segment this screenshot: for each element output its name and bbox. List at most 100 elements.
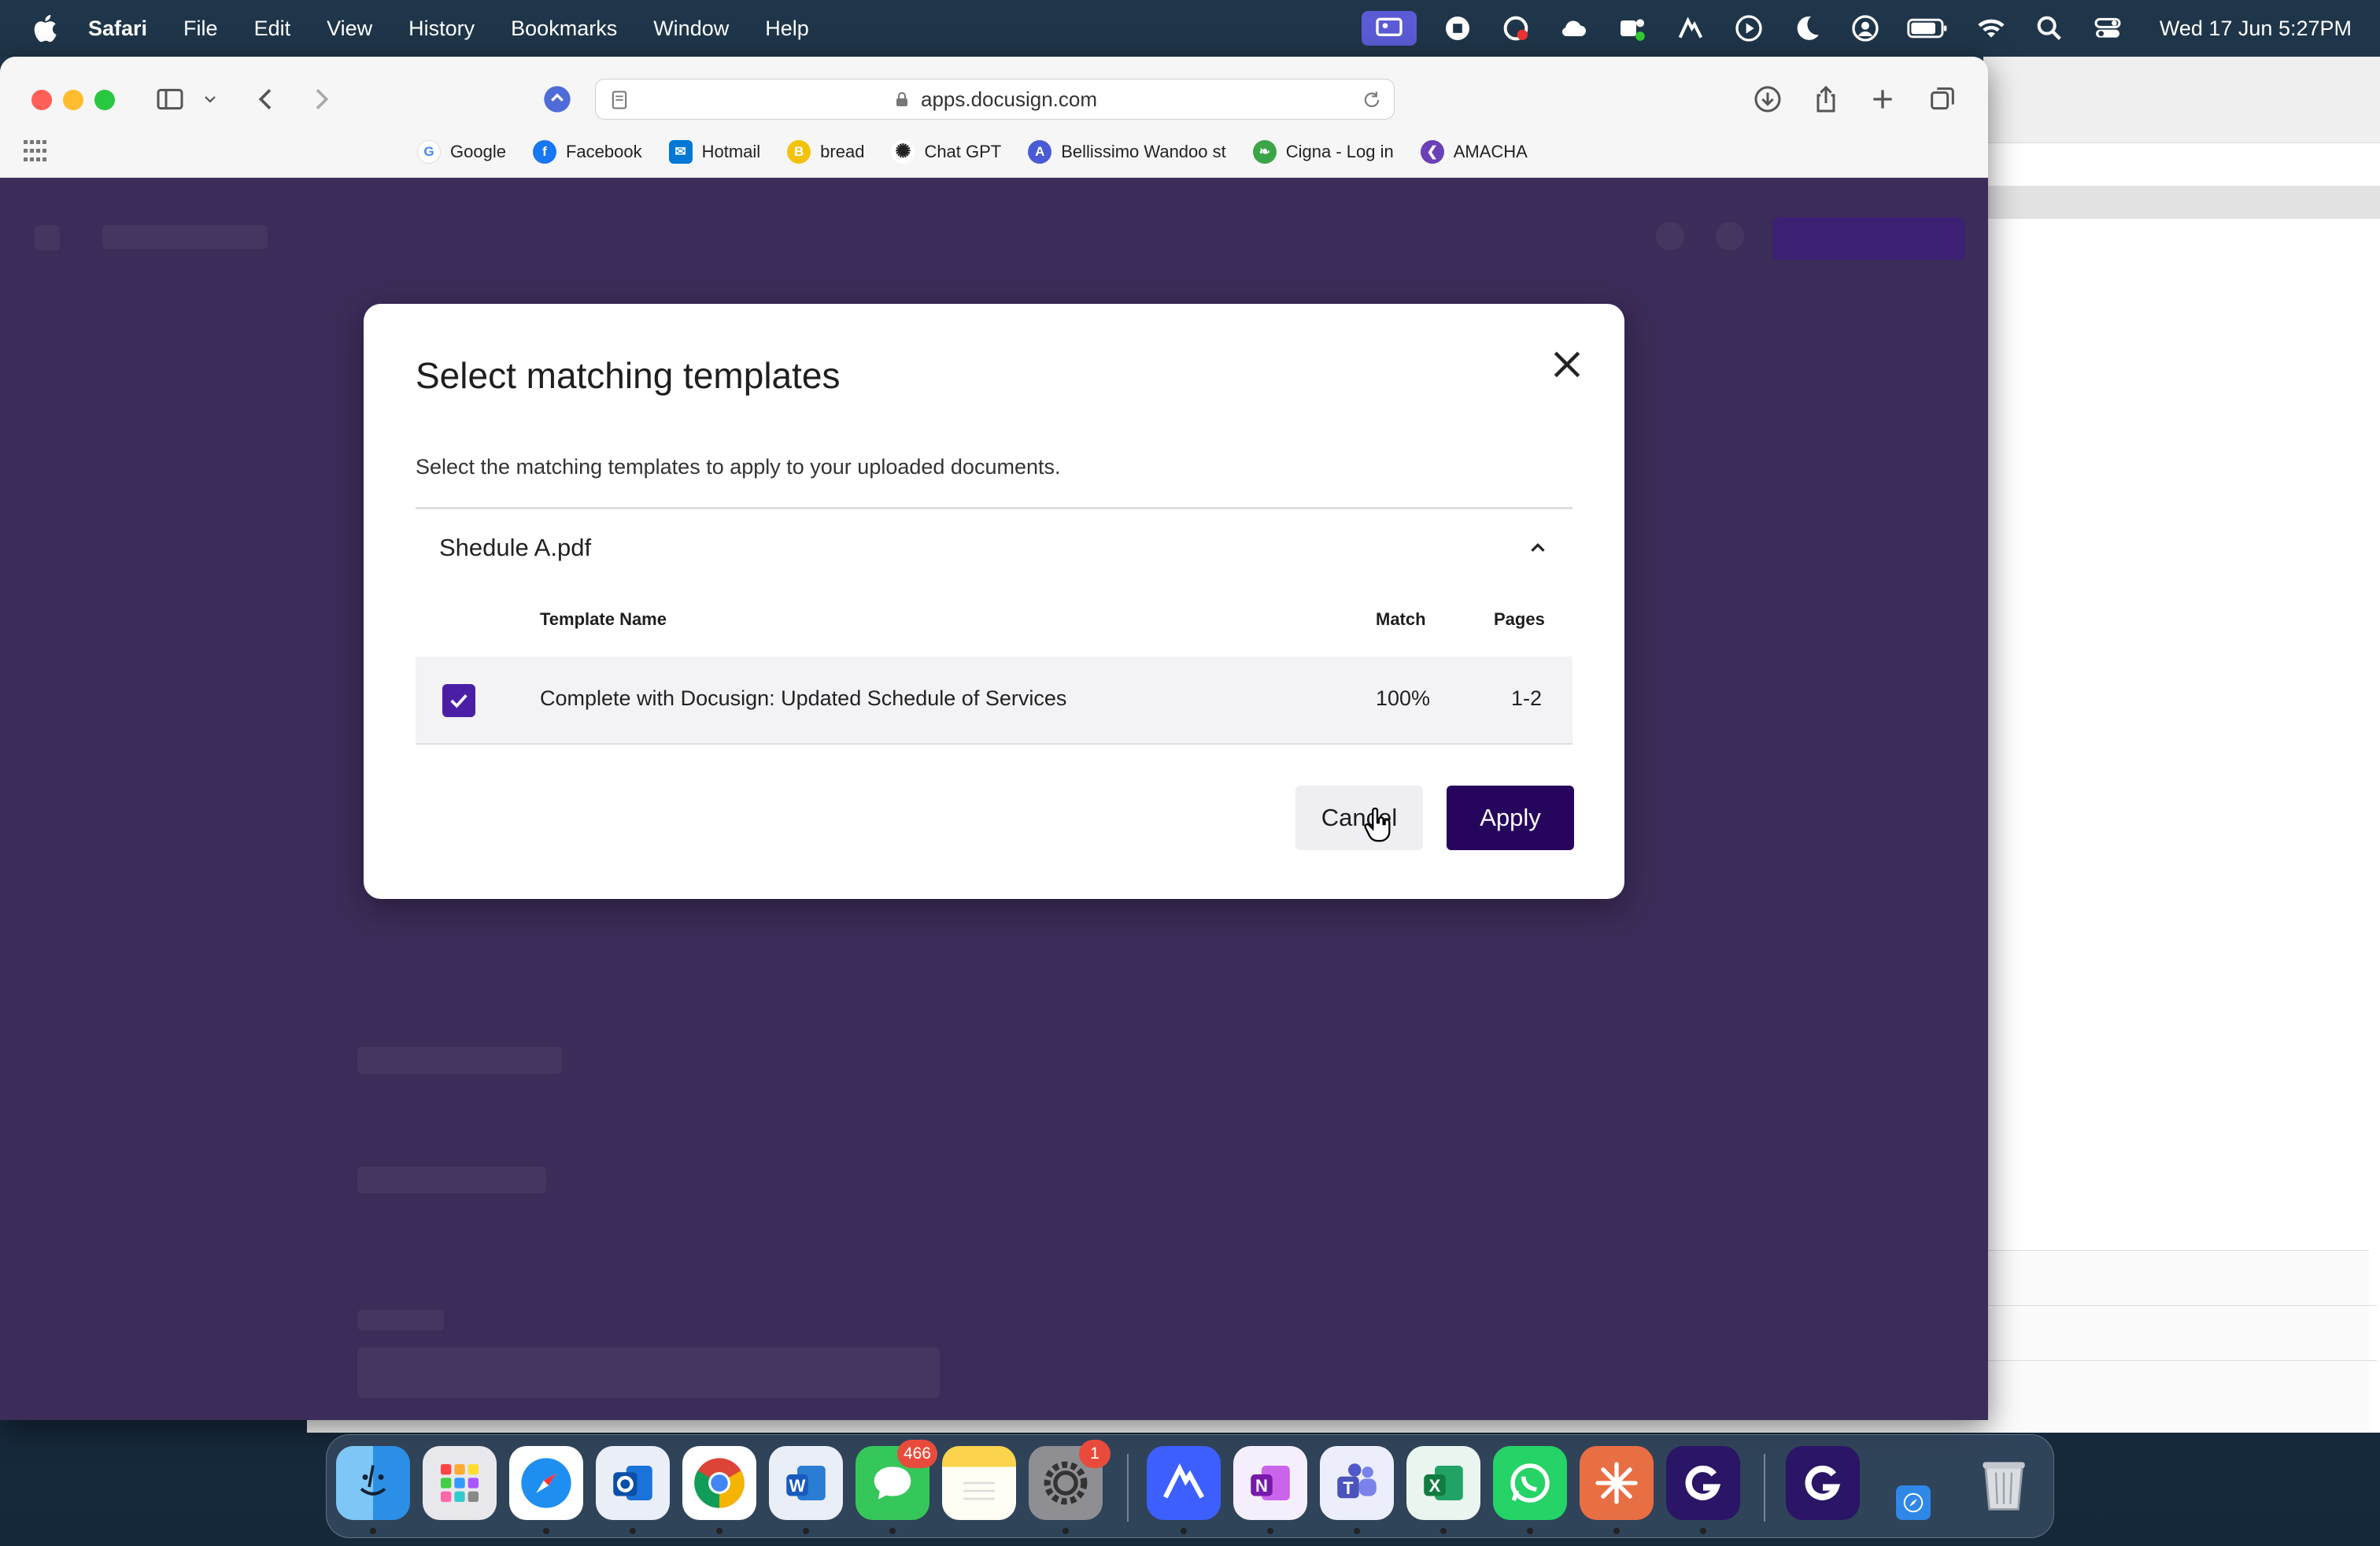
- running-indicator: [1440, 1528, 1447, 1534]
- screen-share-icon[interactable]: [1361, 11, 1417, 46]
- running-indicator: [889, 1528, 896, 1534]
- bookmark-hotmail[interactable]: ✉ Hotmail: [668, 139, 761, 164]
- menu-app-name[interactable]: Safari: [88, 17, 147, 41]
- trash-icon[interactable]: [1967, 1446, 2041, 1520]
- google-icon: G: [417, 139, 441, 164]
- safari-minimized-icon[interactable]: [1896, 1485, 1931, 1520]
- nordvpn-icon[interactable]: [1147, 1446, 1221, 1520]
- menu-window[interactable]: Window: [653, 17, 729, 41]
- tab-overview-icon[interactable]: [1924, 80, 1961, 118]
- select-templates-dialog: Select matching templates Select the mat…: [364, 304, 1624, 899]
- finder-icon[interactable]: [336, 1446, 410, 1520]
- menu-help[interactable]: Help: [765, 17, 809, 41]
- share-icon[interactable]: [1807, 80, 1845, 118]
- word-icon[interactable]: W: [769, 1446, 843, 1520]
- spotlight-search-icon[interactable]: [2032, 11, 2067, 46]
- apps-grid-icon[interactable]: [24, 139, 47, 164]
- bookmark-bread[interactable]: B bread: [787, 139, 864, 164]
- moon-icon[interactable]: [1790, 11, 1824, 46]
- menu-bar-extras: Wed 17 Jun 5:27PM: [1361, 0, 2352, 57]
- url-bar[interactable]: apps.docusign.com: [595, 79, 1395, 120]
- bookmark-chat-gpt[interactable]: ✺ Chat GPT: [891, 139, 1001, 164]
- url-text: apps.docusign.com: [920, 87, 1098, 111]
- system-settings-icon[interactable]: 1: [1029, 1440, 1111, 1520]
- launchpad-icon[interactable]: [423, 1446, 497, 1520]
- reload-icon[interactable]: [1361, 89, 1383, 111]
- menu-history[interactable]: History: [408, 17, 475, 41]
- background-window-toolbar: [1983, 57, 2380, 143]
- ghost-section: [357, 1167, 546, 1193]
- chevron-down-icon[interactable]: [198, 80, 222, 118]
- close-dialog-button[interactable]: [1543, 340, 1591, 389]
- teams-status-icon[interactable]: [1615, 11, 1650, 46]
- messages-icon[interactable]: 466: [856, 1440, 937, 1520]
- cancel-button[interactable]: Cancel: [1295, 786, 1423, 850]
- battery-icon[interactable]: [1906, 11, 1950, 46]
- running-indicator: [1062, 1528, 1069, 1534]
- whatsapp-icon[interactable]: [1493, 1446, 1567, 1520]
- menu-bookmarks[interactable]: Bookmarks: [511, 17, 617, 41]
- template-checkbox[interactable]: [442, 684, 475, 717]
- dialog-title: Select matching templates: [416, 355, 841, 396]
- downloads-icon[interactable]: [1749, 80, 1787, 118]
- notes-icon[interactable]: [942, 1446, 1016, 1520]
- background-row: [1983, 1251, 2377, 1306]
- ghost-menu: [35, 225, 60, 250]
- back-arrow-icon[interactable]: [247, 80, 285, 118]
- bookmark-label: Google: [450, 141, 506, 161]
- control-center-icon[interactable]: [2090, 11, 2125, 46]
- bookmark-label: Cigna - Log in: [1285, 141, 1394, 161]
- running-indicator: [630, 1528, 636, 1534]
- user-account-icon[interactable]: [1848, 11, 1883, 46]
- reader-icon[interactable]: [608, 89, 630, 111]
- onenote-icon[interactable]: N: [1233, 1446, 1307, 1520]
- grammarly-style-icon[interactable]: [1666, 1446, 1740, 1520]
- bookmark-facebook[interactable]: f Facebook: [532, 139, 642, 164]
- file-accordion-header[interactable]: Shedule A.pdf: [416, 510, 1572, 586]
- recent-app-icon[interactable]: [1786, 1446, 1860, 1520]
- sidebar-toggle-icon[interactable]: [151, 80, 189, 118]
- menu-edit[interactable]: Edit: [254, 17, 291, 41]
- table-row[interactable]: Complete with Docusign: Updated Schedule…: [416, 656, 1572, 745]
- apply-button[interactable]: Apply: [1447, 786, 1574, 850]
- teams-icon[interactable]: T: [1320, 1446, 1394, 1520]
- facebook-icon: f: [532, 139, 556, 164]
- cloud-sync-icon[interactable]: [1557, 11, 1591, 46]
- bookmark-label: AMACHA: [1453, 141, 1528, 161]
- ghost-input: [357, 1348, 940, 1398]
- close-window-button[interactable]: [31, 90, 52, 110]
- nordvpn-icon[interactable]: [1673, 11, 1708, 46]
- forward-arrow-icon[interactable]: [302, 80, 340, 118]
- background-window: [1983, 57, 2380, 1433]
- wifi-icon[interactable]: [1974, 11, 2009, 46]
- bookmark-bellissimo[interactable]: A Bellissimo Wandoo st: [1028, 139, 1226, 164]
- bookmark-google[interactable]: G Google: [417, 139, 506, 164]
- bookmark-amacha[interactable]: ❮ AMACHA: [1420, 139, 1528, 164]
- new-tab-icon[interactable]: [1864, 80, 1901, 118]
- safari-icon[interactable]: [509, 1446, 583, 1520]
- bookmark-cigna[interactable]: ❧ Cigna - Log in: [1252, 139, 1394, 164]
- running-indicator: [370, 1528, 376, 1534]
- dock-separator: [1764, 1454, 1765, 1522]
- clock[interactable]: Wed 17 Jun 5:27PM: [2160, 17, 2352, 41]
- excel-icon[interactable]: X: [1406, 1446, 1480, 1520]
- bookmark-label: Hotmail: [701, 141, 761, 161]
- chrome-icon[interactable]: [682, 1446, 756, 1520]
- play-icon[interactable]: [1731, 11, 1766, 46]
- minimize-window-button[interactable]: [63, 90, 83, 110]
- bookmark-label: Facebook: [565, 141, 642, 161]
- menu-view[interactable]: View: [327, 17, 372, 41]
- zoom-window-button[interactable]: [94, 90, 115, 110]
- chevron-up-icon[interactable]: [1521, 531, 1555, 565]
- ghost-icon: [1716, 222, 1744, 250]
- safari-extension-icon[interactable]: [538, 80, 576, 118]
- menu-file[interactable]: File: [183, 17, 218, 41]
- record-stop-icon[interactable]: [1440, 11, 1475, 46]
- ghost-section: [357, 1047, 562, 1074]
- claude-icon[interactable]: [1580, 1446, 1654, 1520]
- menu-bar: Safari File Edit View History Bookmarks …: [0, 0, 2380, 57]
- apple-icon[interactable]: [30, 13, 58, 44]
- creative-cloud-icon[interactable]: [1499, 11, 1533, 46]
- running-indicator: [1267, 1528, 1273, 1534]
- outlook-icon[interactable]: [596, 1446, 670, 1520]
